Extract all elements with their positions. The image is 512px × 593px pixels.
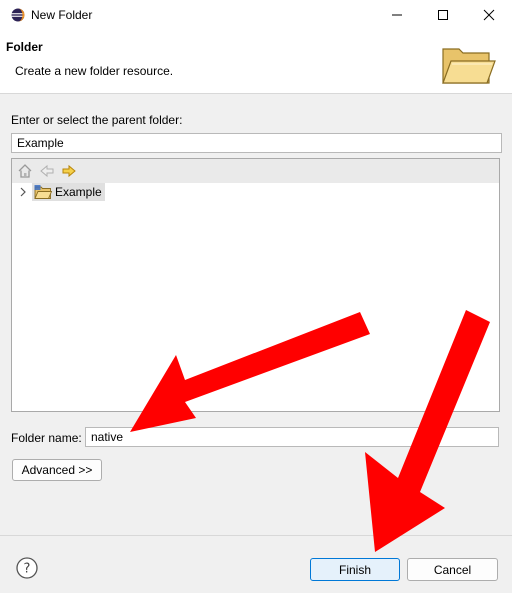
minimize-icon xyxy=(392,14,402,16)
maximize-button[interactable] xyxy=(420,0,466,30)
project-folder-icon xyxy=(34,185,52,199)
tree-item-selected[interactable]: Example xyxy=(32,183,105,201)
title-bar[interactable]: New Folder xyxy=(0,0,512,30)
svg-text:?: ? xyxy=(24,562,31,577)
tree-toolbar xyxy=(12,159,499,183)
footer-separator xyxy=(0,535,512,536)
maximize-icon xyxy=(438,10,448,20)
parent-folder-input[interactable] xyxy=(11,133,502,153)
advanced-button[interactable]: Advanced >> xyxy=(12,459,102,481)
finish-button[interactable]: Finish xyxy=(310,558,400,581)
chevron-right-icon[interactable] xyxy=(18,186,28,198)
folder-name-input[interactable] xyxy=(85,427,499,447)
cancel-button[interactable]: Cancel xyxy=(407,558,498,581)
new-folder-dialog: New Folder Folder Create a new folder re… xyxy=(0,0,512,593)
folder-tree[interactable]: Example xyxy=(11,158,500,412)
home-icon[interactable] xyxy=(17,163,33,179)
parent-folder-label: Enter or select the parent folder: xyxy=(11,113,183,127)
open-folder-icon xyxy=(442,48,496,84)
forward-arrow-icon[interactable] xyxy=(61,163,77,179)
window-title: New Folder xyxy=(31,8,93,22)
close-icon xyxy=(483,9,495,21)
eclipse-icon xyxy=(11,8,25,22)
banner-title: Folder xyxy=(6,40,43,54)
minimize-button[interactable] xyxy=(374,0,420,30)
back-arrow-icon[interactable] xyxy=(39,163,55,179)
close-button[interactable] xyxy=(466,0,512,30)
help-icon[interactable]: ? xyxy=(16,557,38,579)
header-banner: Folder Create a new folder resource. xyxy=(0,30,512,94)
banner-description: Create a new folder resource. xyxy=(15,64,174,78)
tree-item-label: Example xyxy=(55,185,102,199)
folder-name-label: Folder name: xyxy=(11,431,82,445)
